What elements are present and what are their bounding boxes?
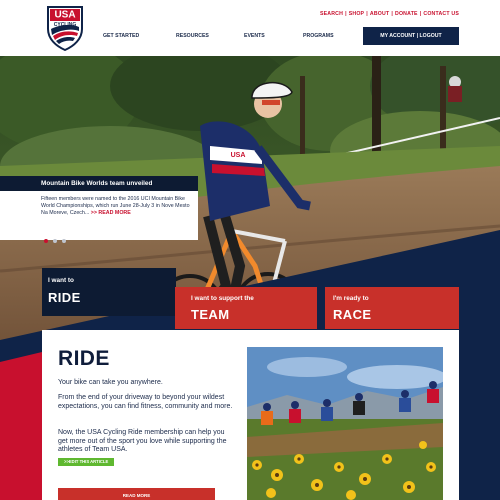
nav-events[interactable]: EVENTS (244, 33, 265, 39)
svg-text:USA: USA (231, 152, 246, 159)
nav-resources[interactable]: RESOURCES (176, 33, 209, 39)
my-account-logout-button[interactable]: MY ACCOUNT | LOGOUT (363, 27, 459, 45)
separator: | (391, 11, 393, 17)
separator: | (419, 11, 422, 17)
edit-article-button[interactable]: >>EDIT THIS ARTICLE (58, 458, 115, 466)
tile-team[interactable]: I want to support the TEAM (175, 287, 317, 329)
group-ride-photo (247, 347, 443, 500)
body-paragraph-1: From the end of your driveway to beyond … (58, 394, 233, 410)
intro-paragraph: Your bike can take you anywhere. (58, 379, 163, 386)
tile-team-small: I want to support the (191, 295, 254, 302)
read-more-link[interactable]: >> READ MORE (91, 210, 131, 216)
separator: | (366, 11, 368, 17)
donate-link[interactable]: DONATE (395, 11, 418, 17)
tile-ride-small: I want to (48, 277, 74, 284)
usa-cycling-logo[interactable]: USA CYCLING (46, 5, 84, 51)
search-link[interactable]: SEARCH (320, 11, 343, 17)
about-link[interactable]: ABOUT (370, 11, 389, 17)
tile-team-label: TEAM (191, 307, 230, 322)
site-header: USA CYCLING SEARCH | SHOP | ABOUT | DONATE | CON… (0, 0, 500, 56)
nav-get-started[interactable]: GET STARTED (103, 33, 139, 39)
tile-ride-label: RIDE (48, 290, 81, 305)
read-more-button[interactable]: READ MORE (58, 488, 215, 500)
tile-ride[interactable]: I want to RIDE (42, 268, 176, 316)
section-heading: RIDE (58, 347, 110, 370)
body-paragraph-2: Now, the USA Cycling Ride membership can… (58, 429, 227, 454)
tile-race-small: I'm ready to (333, 295, 369, 302)
news-headline[interactable]: Mountain Bike Worlds team unveiled (0, 176, 198, 191)
utility-nav: SEARCH | SHOP | ABOUT | DONATE | CONTACT US (320, 11, 459, 17)
shop-link[interactable]: SHOP (349, 11, 365, 17)
separator: | (345, 11, 347, 17)
tile-race-label: RACE (333, 307, 372, 322)
svg-text:USA: USA (54, 10, 75, 21)
nav-programs[interactable]: PROGRAMS (303, 33, 334, 39)
contact-us-link[interactable]: CONTACT US (423, 11, 459, 17)
tile-race[interactable]: I'm ready to RACE (325, 287, 459, 329)
svg-text:CYCLING: CYCLING (54, 22, 77, 28)
ride-content-panel: RIDE Your bike can take you anywhere. Fr… (42, 330, 459, 500)
